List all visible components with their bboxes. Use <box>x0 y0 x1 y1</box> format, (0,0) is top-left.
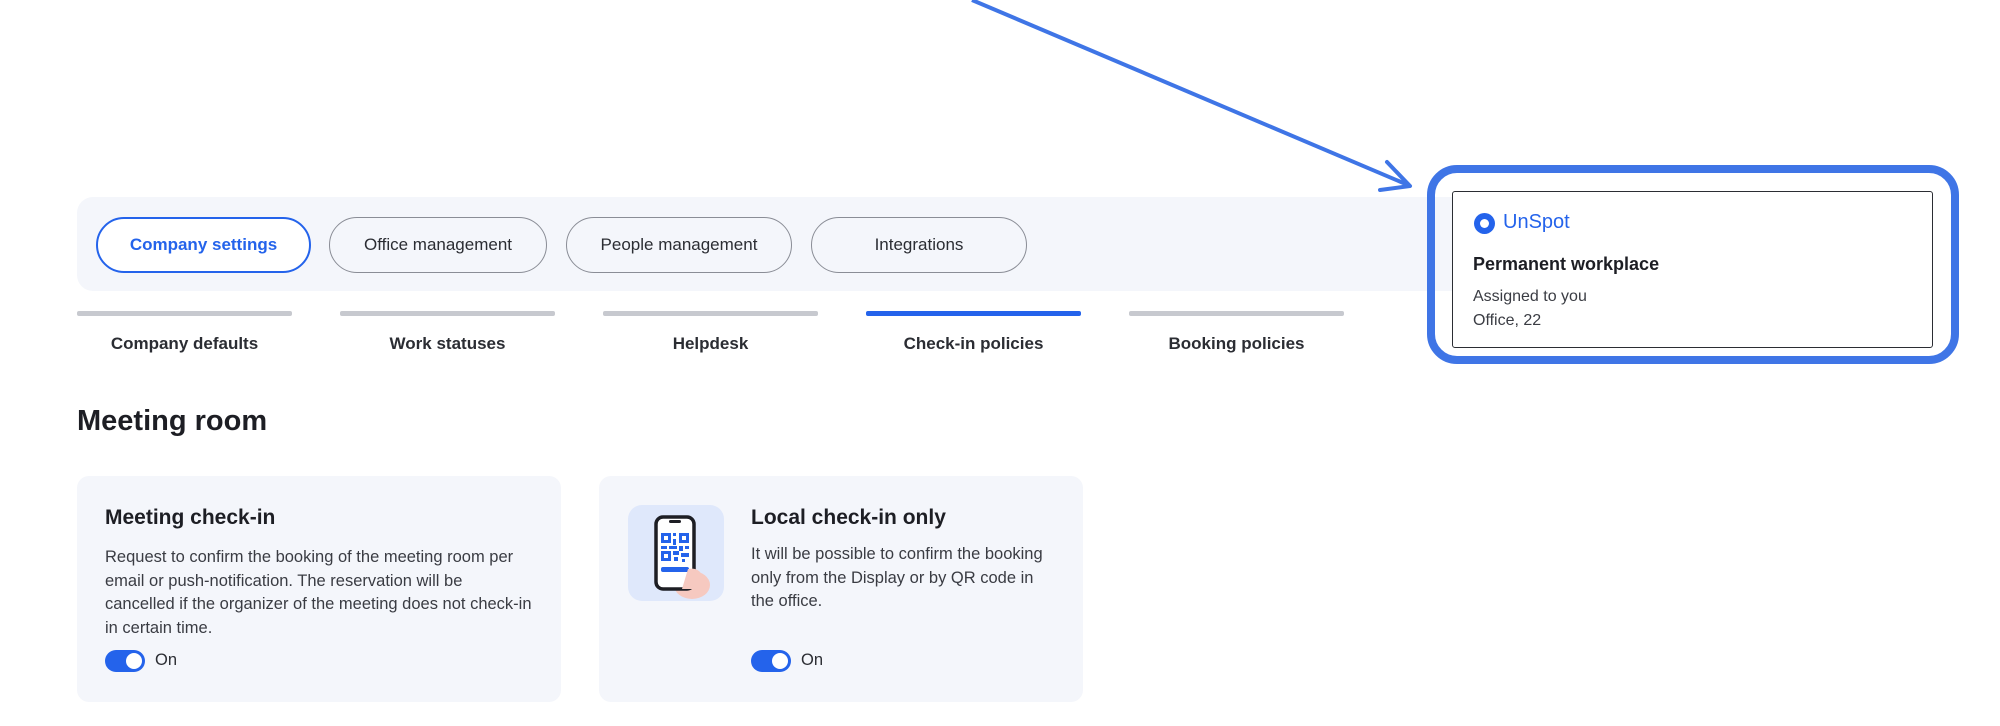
toggle-label: On <box>801 651 824 669</box>
popover-title: Permanent workplace <box>1473 254 1660 274</box>
toggle-knob <box>772 653 788 669</box>
subtab-label: Check-in policies <box>903 334 1044 353</box>
subtab-check-in-policies[interactable]: Check-in policies <box>866 311 1081 354</box>
subtab-indicator <box>1129 311 1344 316</box>
local-check-in-toggle[interactable] <box>751 650 791 672</box>
toggle-label: On <box>155 651 178 669</box>
brand-name: UnSpot <box>1503 211 1570 233</box>
subtab-label: Company defaults <box>110 334 259 353</box>
tab-people-management[interactable]: People management <box>566 217 792 273</box>
meeting-check-in-card: Meeting check-in Request to confirm the … <box>77 476 561 702</box>
subtab-indicator <box>603 311 818 316</box>
unspot-logo-icon <box>1474 213 1495 234</box>
subtab-booking-policies[interactable]: Booking policies <box>1129 311 1344 354</box>
meeting-check-in-toggle[interactable] <box>105 650 145 672</box>
tab-office-management[interactable]: Office management <box>329 217 547 273</box>
workplace-popover[interactable]: UnSpot Permanent workplace Assigned to y… <box>1452 191 1933 348</box>
subtab-company-defaults[interactable]: Company defaults <box>77 311 292 354</box>
subtab-indicator <box>77 311 292 316</box>
subtab-indicator <box>340 311 555 316</box>
card-description: Request to confirm the booking of the me… <box>105 548 532 637</box>
card-title: Meeting check-in <box>105 506 276 529</box>
popover-assignment: Assigned to you <box>1473 288 1587 305</box>
subtab-indicator <box>866 311 1081 316</box>
section-title: Meeting room <box>77 405 268 437</box>
tab-company-settings[interactable]: Company settings <box>96 217 311 273</box>
tab-integrations[interactable]: Integrations <box>811 217 1027 273</box>
toggle-knob <box>126 653 142 669</box>
phone-qr-icon <box>628 505 724 601</box>
subtab-label: Work statuses <box>389 334 506 353</box>
popover-location: Office, 22 <box>1473 312 1542 329</box>
subtab-label: Helpdesk <box>672 334 749 353</box>
subtab-work-statuses[interactable]: Work statuses <box>340 311 555 354</box>
subtab-helpdesk[interactable]: Helpdesk <box>603 311 818 354</box>
card-description: It will be possible to confirm the booki… <box>751 545 1043 610</box>
card-title: Local check-in only <box>751 506 946 529</box>
top-tab-bar: Company settings Office management Peopl… <box>77 197 1607 291</box>
subtab-label: Booking policies <box>1168 334 1305 353</box>
